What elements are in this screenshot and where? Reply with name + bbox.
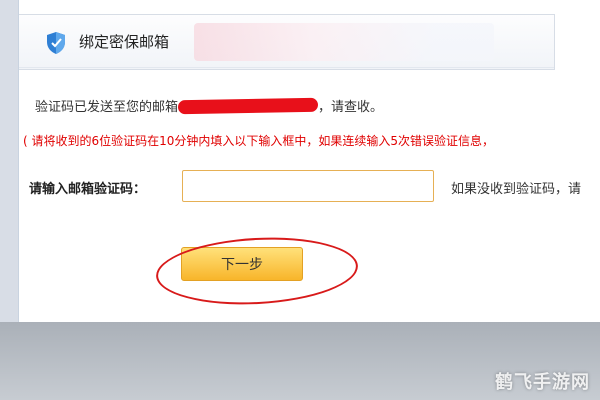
bottom-overlay: 鹤飞手游网 [0,322,600,400]
blurred-region [194,23,494,61]
sent-message-prefix: 验证码已发送至您的邮箱 [35,100,179,115]
resend-hint: 如果没收到验证码，请 [451,182,582,197]
sent-message-suffix: ，请查收。 [318,100,384,115]
next-step-button[interactable]: 下一步 [181,247,303,281]
header-divider [19,67,554,68]
shield-icon [47,32,65,54]
sent-message: 验证码已发送至您的邮箱 ，请查收。 [35,96,383,115]
watermark-logo: 鹤飞手游网 [495,372,590,393]
code-label: 请输入邮箱验证码： [29,182,147,197]
warning-text: ( 请将收到的6位验证码在10分钟内填入以下输入框中，如果连续输入5次错误验证信… [23,134,495,148]
dialog-panel: 绑定密保邮箱 验证码已发送至您的邮箱 ，请查收。 ( 请将收到的6位验证码在10分… [18,0,600,330]
verification-code-input[interactable] [182,170,434,202]
page-title: 绑定密保邮箱 [79,33,170,51]
redacted-email [177,97,319,115]
dialog-header: 绑定密保邮箱 [19,14,555,70]
